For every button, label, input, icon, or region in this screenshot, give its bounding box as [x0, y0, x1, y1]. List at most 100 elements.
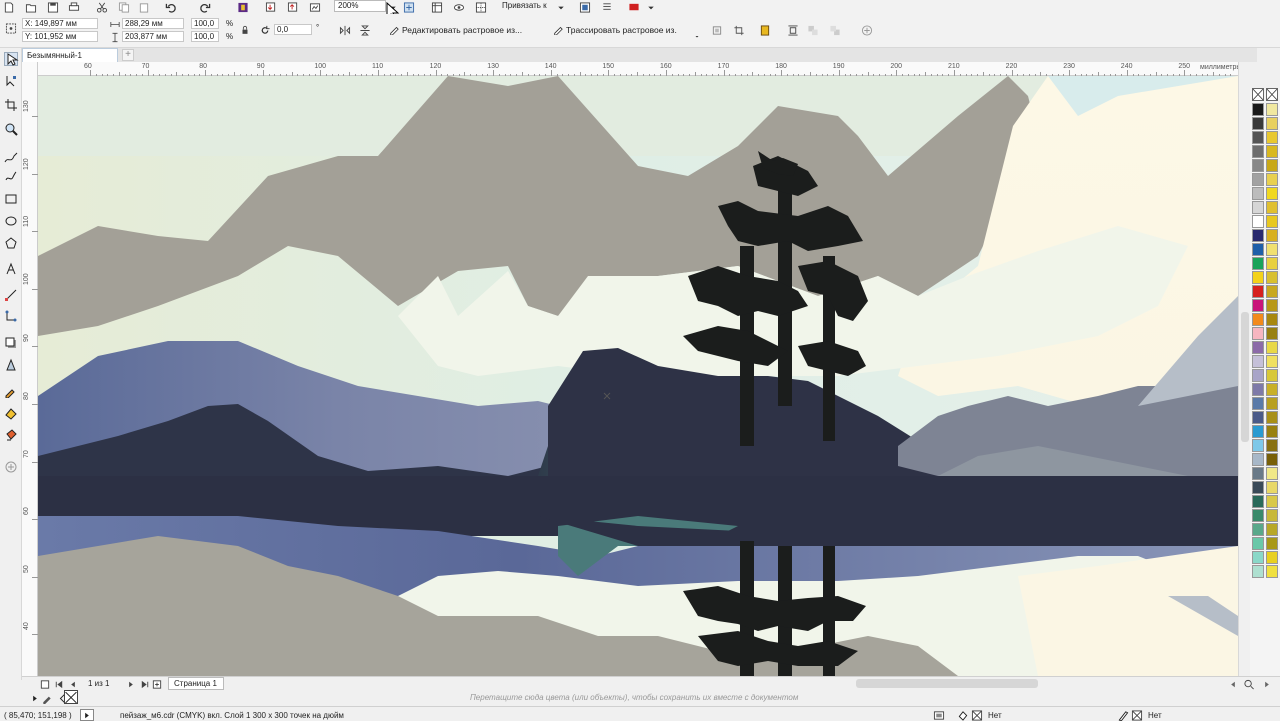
color-swatch[interactable] — [1252, 285, 1264, 298]
open-icon[interactable] — [24, 1, 38, 13]
color-swatch[interactable] — [1266, 495, 1278, 508]
color-swatch[interactable] — [1252, 299, 1264, 312]
color-proof-icon[interactable] — [932, 709, 946, 721]
color-swatch[interactable] — [1252, 327, 1264, 340]
scroll-left-icon[interactable] — [1226, 678, 1240, 690]
color-swatch[interactable] — [1252, 271, 1264, 284]
color-swatch[interactable] — [1252, 201, 1264, 214]
color-swatch[interactable] — [1266, 103, 1278, 116]
scale-width-field[interactable]: 100,0 — [191, 18, 219, 29]
document-tab[interactable]: Безымянный-1 — [22, 48, 118, 62]
color-swatch[interactable] — [1266, 145, 1278, 158]
print-icon[interactable] — [67, 1, 81, 13]
color-swatch[interactable] — [1266, 201, 1278, 214]
previous-page-icon[interactable] — [66, 678, 80, 690]
add-icon[interactable] — [860, 24, 874, 36]
color-swatch[interactable] — [1266, 257, 1278, 270]
color-swatch[interactable] — [1252, 313, 1264, 326]
snap-to-label[interactable]: Привязать к — [502, 1, 547, 11]
color-swatch[interactable] — [1266, 523, 1278, 536]
shape-tool-icon[interactable] — [4, 74, 18, 88]
rotation-angle-field[interactable]: 0,0 — [274, 24, 312, 35]
freehand-tool-icon[interactable] — [4, 150, 18, 164]
color-swatch[interactable] — [1252, 131, 1264, 144]
color-swatch[interactable] — [1252, 215, 1264, 228]
add-page-icon[interactable] — [150, 678, 164, 690]
color-icon[interactable] — [627, 1, 641, 13]
color-swatch[interactable] — [1252, 159, 1264, 172]
color-swatch[interactable] — [1252, 495, 1264, 508]
color-swatch[interactable] — [1266, 341, 1278, 354]
grid-icon[interactable] — [474, 1, 488, 13]
drop-shadow-tool-icon[interactable] — [4, 336, 18, 350]
redo-icon[interactable] — [198, 1, 212, 13]
publish-icon[interactable] — [308, 1, 322, 13]
color-swatch[interactable] — [1252, 453, 1264, 466]
bitmap-mask-icon[interactable] — [758, 24, 772, 36]
no-outline-swatch[interactable] — [1266, 88, 1278, 101]
height-field[interactable]: 203,877 мм — [122, 31, 184, 42]
color-chevron-down-icon[interactable] — [644, 1, 658, 13]
horizontal-ruler[interactable]: 60 70 80 90 100 110 120 130 140 150 160 170 180 190 20… — [38, 62, 1241, 76]
color-swatch[interactable] — [1266, 355, 1278, 368]
color-swatch[interactable] — [1266, 243, 1278, 256]
copy-icon[interactable] — [117, 1, 131, 13]
first-page-icon[interactable] — [52, 678, 66, 690]
color-swatch[interactable] — [1266, 453, 1278, 466]
rectangle-tool-icon[interactable] — [4, 192, 18, 206]
color-swatch[interactable] — [1266, 215, 1278, 228]
color-swatch[interactable] — [1252, 341, 1264, 354]
pick-tool-icon[interactable] — [4, 52, 19, 66]
guides-icon[interactable] — [430, 1, 444, 13]
bitmap-resample-icon[interactable] — [710, 24, 724, 36]
mirror-vertical-icon[interactable] — [358, 24, 372, 36]
outline-pen-icon[interactable] — [1116, 709, 1130, 721]
mirror-horizontal-icon[interactable] — [338, 24, 352, 36]
save-icon[interactable] — [46, 1, 60, 13]
bitmap-crop-icon[interactable] — [732, 24, 746, 36]
eyedropper-icon[interactable] — [40, 692, 54, 704]
next-page-icon[interactable] — [124, 678, 138, 690]
color-swatch[interactable] — [1266, 299, 1278, 312]
color-swatch[interactable] — [1266, 187, 1278, 200]
vertical-scrollbar-thumb[interactable] — [1241, 312, 1249, 442]
color-swatch[interactable] — [1266, 383, 1278, 396]
color-swatch[interactable] — [1266, 229, 1278, 242]
no-color-swatch[interactable] — [1252, 88, 1264, 101]
color-swatch[interactable] — [1252, 229, 1264, 242]
zoom-tool-icon[interactable] — [4, 122, 18, 136]
color-swatch[interactable] — [1252, 551, 1264, 564]
transparency-tool-icon[interactable] — [4, 358, 18, 372]
polygon-tool-icon[interactable] — [4, 236, 18, 250]
y-position-field[interactable]: Y: 101,952 мм — [22, 31, 98, 42]
width-field[interactable]: 288,29 мм — [122, 18, 184, 29]
text-tool-icon[interactable] — [4, 262, 18, 276]
color-swatch[interactable] — [1252, 383, 1264, 396]
scroll-right-icon[interactable] — [1260, 678, 1274, 690]
color-swatch[interactable] — [1252, 509, 1264, 522]
search-icon[interactable] — [236, 1, 250, 13]
color-swatch[interactable] — [1266, 117, 1278, 130]
color-swatch[interactable] — [1266, 565, 1278, 578]
color-swatch[interactable] — [1252, 145, 1264, 158]
scale-height-field[interactable]: 100,0 — [191, 31, 219, 42]
fullscreen-icon[interactable] — [402, 1, 416, 13]
color-swatch[interactable] — [1252, 565, 1264, 578]
current-color-swatch[interactable] — [64, 690, 78, 704]
ellipse-tool-icon[interactable] — [4, 214, 18, 228]
color-swatch[interactable] — [1252, 481, 1264, 494]
color-swatch[interactable] — [1252, 523, 1264, 536]
vertical-ruler[interactable]: 130 120 110 100 90 80 70 60 50 40 — [22, 62, 38, 676]
color-swatch[interactable] — [1252, 117, 1264, 130]
color-swatch[interactable] — [1266, 397, 1278, 410]
trace-chevron-down-icon[interactable] — [694, 30, 700, 42]
color-swatch[interactable] — [1266, 327, 1278, 340]
page-options-icon[interactable] — [38, 678, 52, 690]
snap-chevron-down-icon[interactable] — [554, 1, 568, 13]
connector-tool-icon[interactable] — [4, 310, 18, 324]
interactive-fill-tool-icon[interactable] — [4, 406, 18, 420]
color-swatch[interactable] — [1252, 467, 1264, 480]
color-swatch[interactable] — [1266, 271, 1278, 284]
color-swatch[interactable] — [1266, 173, 1278, 186]
page-tab[interactable]: Страница 1 — [168, 677, 224, 690]
